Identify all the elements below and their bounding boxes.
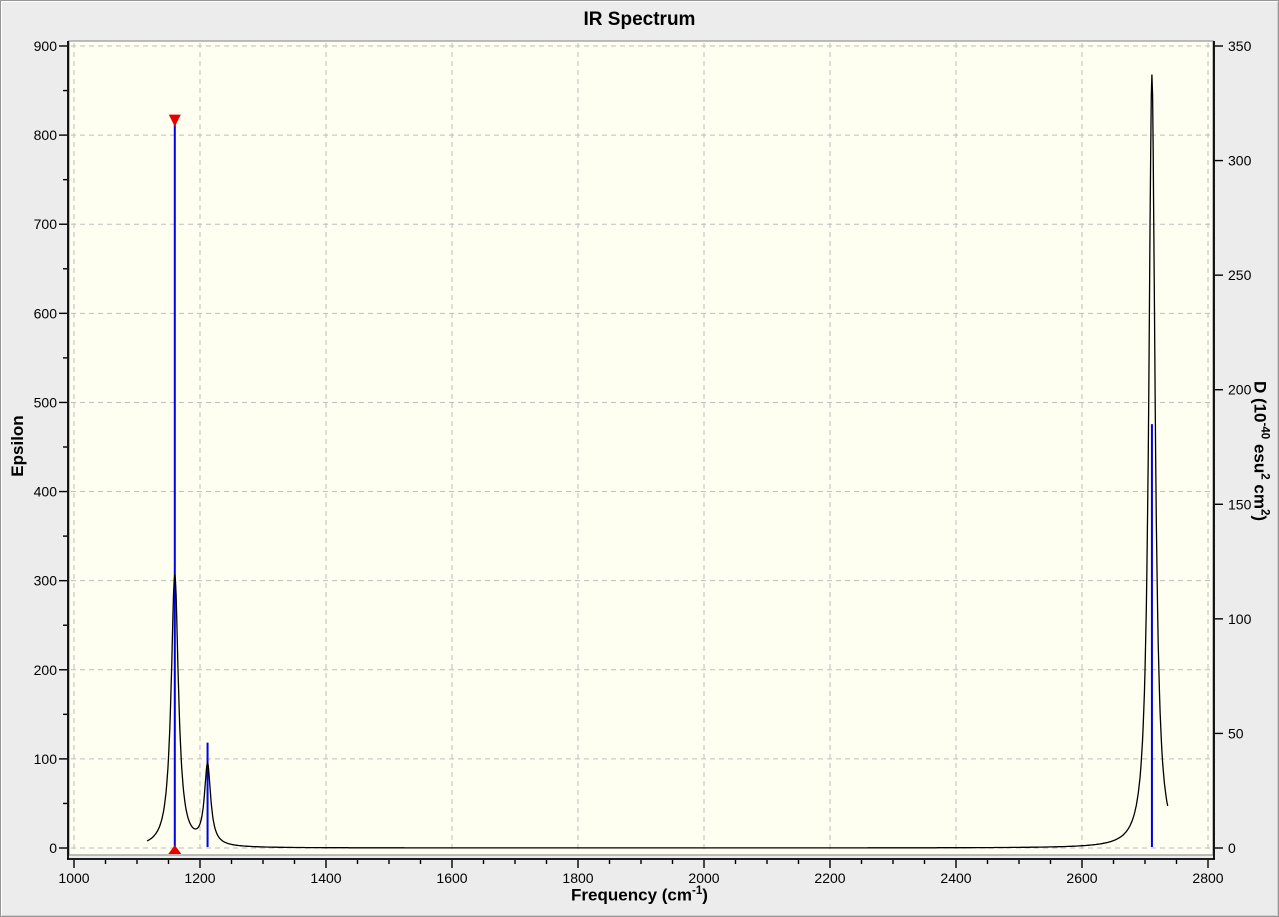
svg-text:600: 600 [34, 305, 58, 321]
spectrum-plot-canvas[interactable]: 1000 1200 1400 1600 1800 2000 2200 2400 2600 2800… [1, 1, 1279, 917]
svg-text:500: 500 [34, 394, 58, 410]
svg-text:900: 900 [34, 38, 58, 54]
svg-text:2600: 2600 [1066, 870, 1097, 886]
svg-text:300: 300 [34, 573, 58, 589]
svg-text:1400: 1400 [310, 870, 341, 886]
svg-text:100: 100 [1228, 611, 1252, 627]
left-tick-labels: 0 100 200 300 400 500 600 700 800 900 [34, 38, 58, 856]
svg-text:400: 400 [34, 484, 58, 500]
svg-text:700: 700 [34, 216, 58, 232]
svg-text:200: 200 [34, 662, 58, 678]
svg-text:1600: 1600 [436, 870, 467, 886]
svg-text:100: 100 [34, 751, 58, 767]
plot-area [68, 40, 1214, 856]
svg-text:1000: 1000 [58, 870, 89, 886]
svg-text:0: 0 [1228, 840, 1236, 856]
svg-text:0: 0 [49, 840, 57, 856]
svg-text:350: 350 [1228, 38, 1252, 54]
svg-text:2000: 2000 [688, 870, 719, 886]
x-tick-labels: 1000 1200 1400 1600 1800 2000 2200 2400 2600 2800 [58, 870, 1223, 886]
svg-text:1200: 1200 [184, 870, 215, 886]
svg-text:250: 250 [1228, 267, 1252, 283]
svg-text:2200: 2200 [814, 870, 845, 886]
svg-text:200: 200 [1228, 382, 1252, 398]
right-tick-labels: 0 50 100 150 200 250 300 350 [1228, 38, 1252, 856]
ir-spectrum-window: IR Spectrum Epsilon D (10-40 esu2 cm2) F… [0, 0, 1279, 917]
svg-text:1800: 1800 [562, 870, 593, 886]
svg-text:150: 150 [1228, 496, 1252, 512]
svg-text:2400: 2400 [940, 870, 971, 886]
svg-text:300: 300 [1228, 153, 1252, 169]
svg-text:2800: 2800 [1192, 870, 1223, 886]
svg-text:800: 800 [34, 127, 58, 143]
svg-text:50: 50 [1228, 725, 1244, 741]
